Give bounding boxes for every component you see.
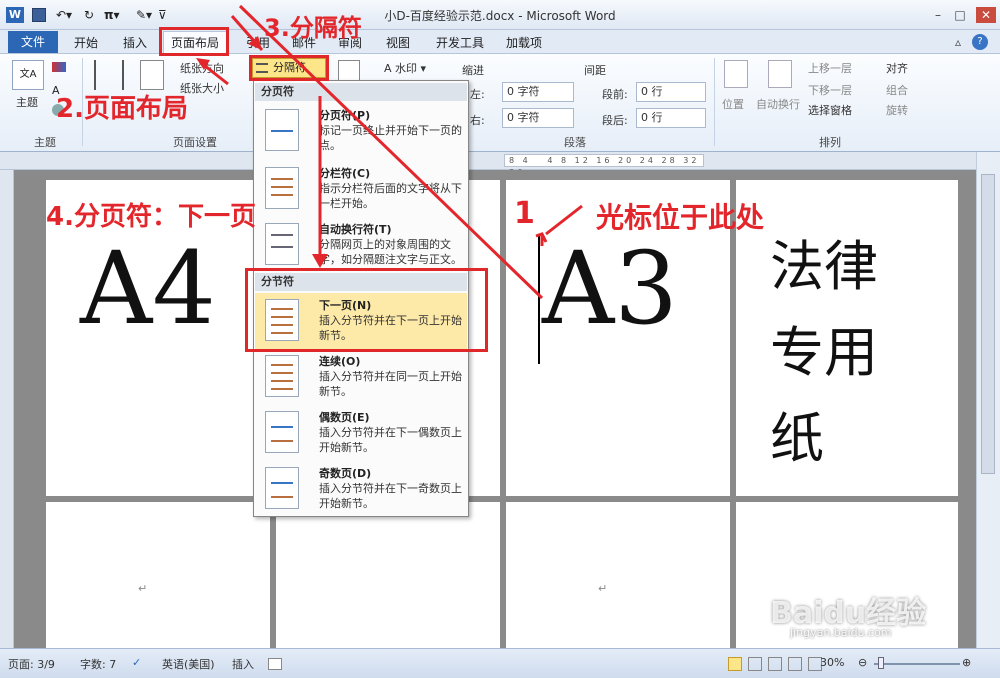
status-words[interactable]: 字数: 7 <box>80 656 116 672</box>
status-insert-mode[interactable]: 插入 <box>232 656 254 672</box>
annotation-step-3: 3.分隔符 <box>264 14 362 42</box>
zoom-slider[interactable] <box>874 663 960 665</box>
zoom-out-icon[interactable]: ⊖ <box>858 656 867 669</box>
print-layout-view-icon[interactable] <box>728 657 742 671</box>
zoom-level[interactable]: 30% <box>820 656 844 669</box>
macro-record-icon[interactable] <box>268 658 282 670</box>
annotation-cursor-here: 光标位于此处 <box>596 201 765 234</box>
annotation-step-2: 2.页面布局 <box>56 94 188 124</box>
annotation-step-4: 4.分页符：下一页 <box>46 202 256 232</box>
proofing-icon[interactable]: ✓ <box>132 656 141 669</box>
outline-view-icon[interactable] <box>788 657 802 671</box>
status-page[interactable]: 页面: 3/9 <box>8 656 55 672</box>
status-bar: 页面: 3/9 字数: 7 ✓ 英语(美国) 插入 30% ⊖ ⊕ <box>0 648 1000 678</box>
zoom-in-icon[interactable]: ⊕ <box>962 656 971 669</box>
web-layout-view-icon[interactable] <box>768 657 782 671</box>
status-language[interactable]: 英语(美国) <box>162 656 215 672</box>
zoom-slider-thumb[interactable] <box>878 657 884 669</box>
full-screen-view-icon[interactable] <box>748 657 762 671</box>
annotation-step-1: 1 <box>514 196 535 231</box>
